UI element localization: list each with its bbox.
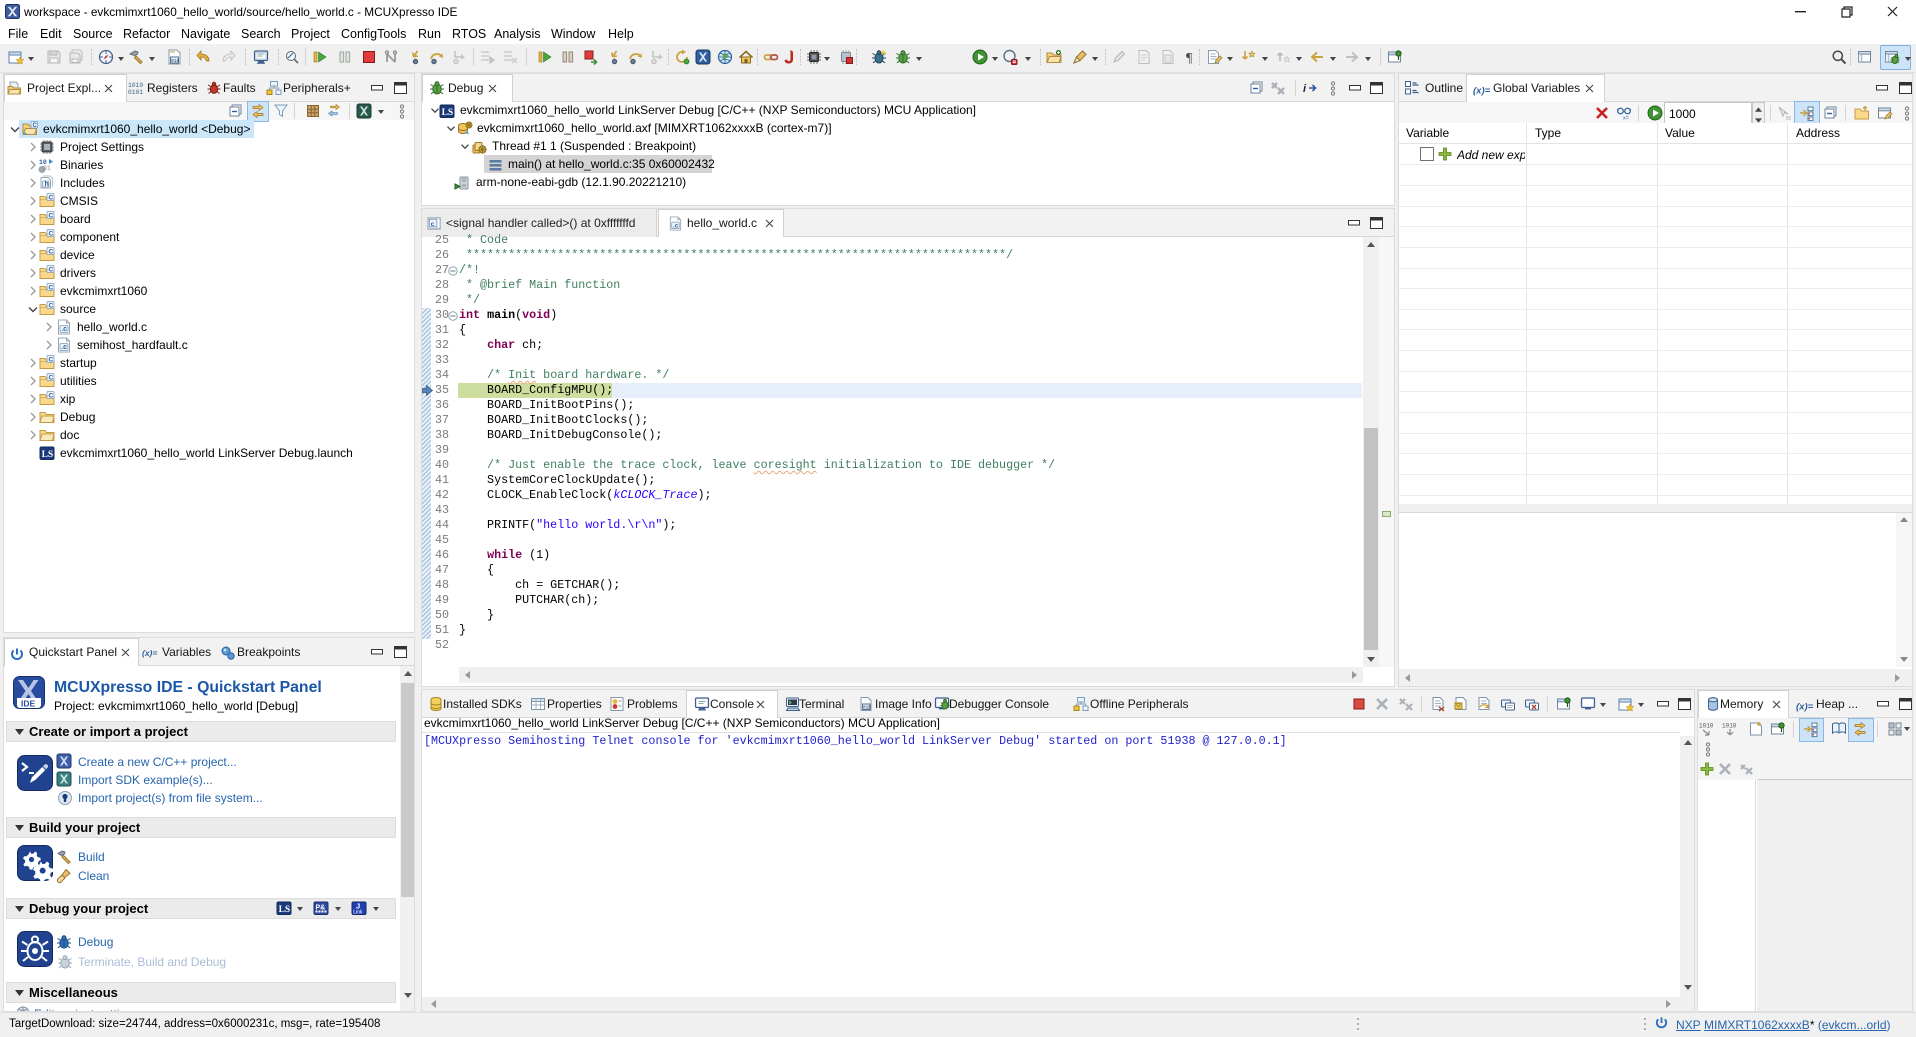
svg-text:C: C bbox=[33, 123, 38, 129]
svg-text:C: C bbox=[49, 231, 54, 238]
svg-text:0101: 0101 bbox=[128, 89, 143, 96]
svg-text:LS: LS bbox=[442, 108, 454, 118]
svg-text:(x)=: (x)= bbox=[1473, 85, 1491, 96]
svg-text:C: C bbox=[49, 285, 54, 292]
svg-text:C: C bbox=[49, 357, 54, 364]
svg-text:010: 010 bbox=[171, 58, 180, 64]
svg-text:C: C bbox=[49, 375, 54, 382]
svg-text:C: C bbox=[49, 195, 54, 202]
svg-text:C: C bbox=[49, 267, 54, 274]
svg-text:h: h bbox=[45, 181, 49, 188]
svg-text:(x)=: (x)= bbox=[1796, 701, 1814, 712]
svg-text:C: C bbox=[49, 249, 54, 256]
svg-text:C: C bbox=[49, 303, 54, 310]
svg-text:.c: .c bbox=[673, 222, 679, 229]
svg-text:IDE: IDE bbox=[21, 699, 36, 709]
svg-text:i: i bbox=[1303, 83, 1307, 95]
svg-text:C: C bbox=[49, 213, 54, 220]
svg-text:1010: 1010 bbox=[128, 82, 143, 89]
svg-text:1010: 1010 bbox=[1722, 723, 1737, 730]
svg-text:C: C bbox=[49, 393, 54, 400]
svg-text:1010: 1010 bbox=[1699, 723, 1714, 730]
svg-text:LS: LS bbox=[42, 450, 54, 460]
svg-text:010: 010 bbox=[863, 706, 871, 711]
svg-text:.c: .c bbox=[61, 326, 67, 333]
svg-text:¶: ¶ bbox=[1186, 51, 1193, 66]
svg-text:Link: Link bbox=[353, 910, 363, 916]
svg-text:LS: LS bbox=[279, 905, 291, 915]
svg-text:(x)=: (x)= bbox=[142, 648, 157, 658]
svg-text:.c: .c bbox=[61, 344, 67, 351]
svg-text:x=: x= bbox=[1623, 116, 1629, 122]
svg-text:c: c bbox=[431, 221, 435, 228]
svg-text:P&: P& bbox=[316, 905, 326, 912]
